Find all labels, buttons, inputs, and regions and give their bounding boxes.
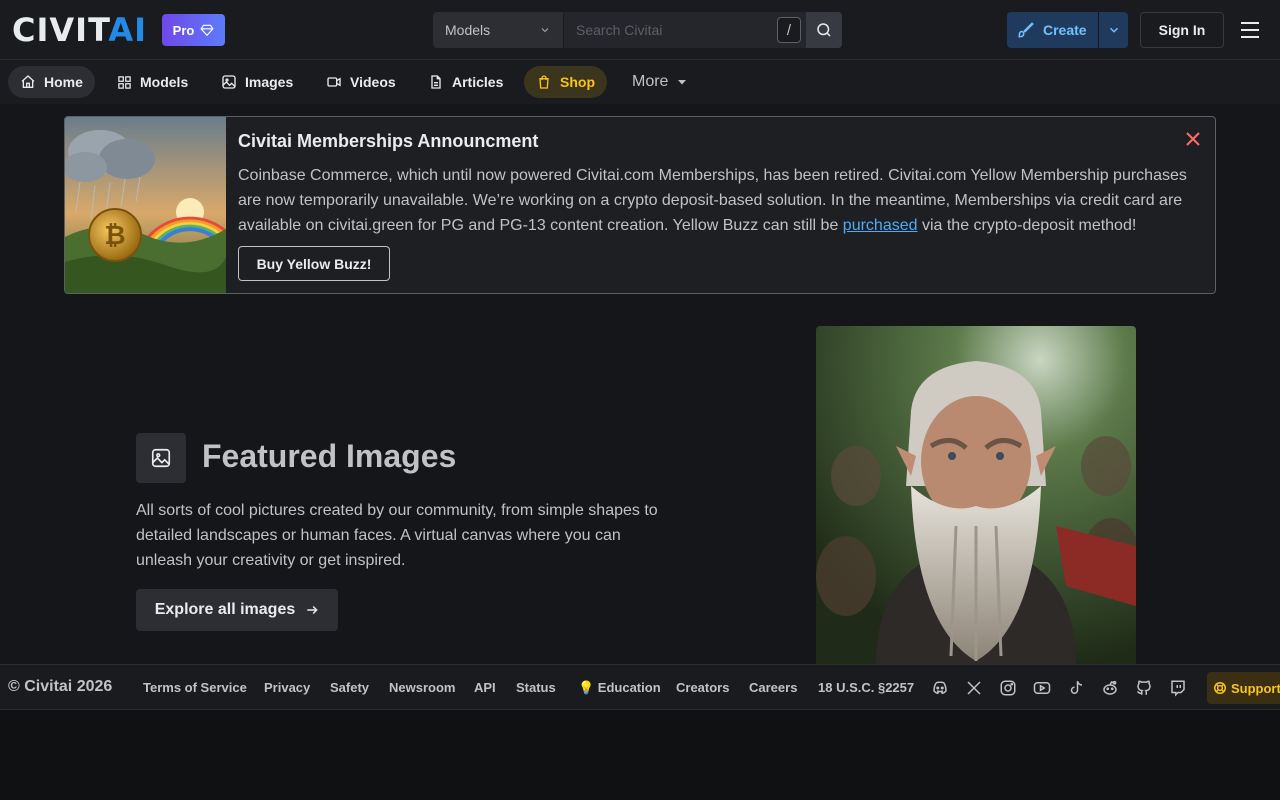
chevron-down-icon bbox=[1109, 27, 1118, 33]
search-icon bbox=[817, 23, 831, 37]
search-type-value: Models bbox=[445, 22, 491, 38]
search-type-select[interactable]: Models bbox=[433, 12, 564, 48]
nav-item-models[interactable]: Models bbox=[105, 66, 200, 98]
logo-text-main: CIVIT bbox=[12, 11, 109, 49]
featured-images-description: All sorts of cool pictures created by ou… bbox=[136, 502, 658, 569]
search-shortcut-key: / bbox=[777, 17, 801, 43]
footer-link-safety[interactable]: Safety bbox=[330, 680, 369, 695]
photo-icon bbox=[151, 448, 171, 468]
civitai-logo[interactable]: CIVITAI bbox=[12, 14, 147, 46]
footer-link-education[interactable]: 💡 Education bbox=[578, 680, 661, 696]
tiktok-icon[interactable] bbox=[1067, 679, 1085, 697]
sign-in-button[interactable]: Sign In bbox=[1140, 12, 1224, 48]
search-input[interactable] bbox=[564, 12, 806, 48]
announcement-banner: ₿ Civitai Memberships Announcment Coinba… bbox=[64, 116, 1216, 294]
nav-label: Videos bbox=[350, 74, 396, 90]
arrow-right-icon bbox=[307, 605, 318, 615]
header: CIVITAI Pro Models / Create Sign In bbox=[0, 0, 1280, 60]
youtube-icon[interactable] bbox=[1033, 679, 1051, 697]
featured-images-title: Featured Images bbox=[202, 438, 457, 474]
announcement-text-end: via the crypto-deposit method! bbox=[917, 217, 1137, 234]
svg-text:₿: ₿ bbox=[104, 221, 125, 251]
announcement-title: Civitai Memberships Announcment bbox=[238, 131, 539, 151]
support-label: Support bbox=[1231, 680, 1280, 696]
copyright: © Civitai 2026 bbox=[8, 678, 113, 695]
instagram-icon[interactable] bbox=[999, 679, 1017, 697]
grid-icon bbox=[118, 75, 131, 89]
buy-yellow-buzz-button[interactable]: Buy Yellow Buzz! bbox=[238, 246, 390, 281]
main-nav: Home Models Images Videos Articles Shop … bbox=[0, 60, 1280, 104]
nav-item-home[interactable]: Home bbox=[8, 66, 95, 98]
logo-text-accent: AI bbox=[108, 11, 148, 49]
footer-link-privacy[interactable]: Privacy bbox=[264, 680, 310, 695]
nav-label: More bbox=[632, 73, 669, 90]
announcement-body: Coinbase Commerce, which until now power… bbox=[238, 163, 1208, 238]
x-icon[interactable] bbox=[965, 679, 983, 697]
brush-icon bbox=[1018, 22, 1034, 38]
create-dropdown-toggle[interactable] bbox=[1099, 23, 1128, 37]
twitch-icon[interactable] bbox=[1169, 679, 1187, 697]
close-icon[interactable] bbox=[1185, 131, 1201, 147]
footer-link-status[interactable]: Status bbox=[516, 680, 556, 695]
nav-label: Shop bbox=[560, 74, 595, 90]
lifebuoy-icon bbox=[1214, 682, 1226, 694]
purchased-link[interactable]: purchased bbox=[843, 217, 918, 234]
footer-link-api[interactable]: API bbox=[474, 680, 496, 695]
nav-label: Models bbox=[140, 74, 189, 90]
reddit-icon[interactable] bbox=[1101, 679, 1119, 697]
explore-all-images-button[interactable]: Explore all images bbox=[136, 589, 338, 631]
nav-item-shop[interactable]: Shop bbox=[524, 66, 607, 98]
video-icon bbox=[327, 77, 341, 87]
create-label: Create bbox=[1043, 22, 1087, 38]
discord-icon[interactable] bbox=[931, 679, 949, 697]
shopping-bag-icon bbox=[539, 75, 549, 89]
footer-link-terms[interactable]: Terms of Service bbox=[143, 680, 247, 695]
hamburger-menu-icon[interactable] bbox=[1240, 21, 1260, 39]
nav-item-articles[interactable]: Articles bbox=[416, 66, 515, 98]
nav-label: Articles bbox=[452, 74, 504, 90]
footer-link-creators[interactable]: Creators bbox=[676, 680, 729, 695]
footer-link-2257[interactable]: 18 U.S.C. §2257 bbox=[818, 680, 914, 695]
chevron-down-icon bbox=[541, 28, 549, 33]
search-button[interactable] bbox=[806, 12, 842, 48]
file-text-icon bbox=[431, 75, 441, 89]
support-button[interactable]: Support bbox=[1207, 672, 1280, 704]
featured-images-icon-box bbox=[136, 433, 186, 483]
home-icon bbox=[21, 75, 35, 88]
footer-link-careers[interactable]: Careers bbox=[749, 680, 797, 695]
create-button[interactable]: Create bbox=[1007, 12, 1128, 48]
announcement-illustration: ₿ bbox=[65, 117, 226, 293]
nav-item-videos[interactable]: Videos bbox=[314, 66, 408, 98]
pro-badge[interactable]: Pro bbox=[162, 14, 225, 46]
photo-icon bbox=[222, 75, 236, 89]
explore-label: Explore all images bbox=[154, 601, 296, 618]
nav-label: Home bbox=[44, 74, 83, 90]
nav-item-more[interactable]: More bbox=[620, 66, 700, 98]
page-bottom-empty bbox=[0, 710, 1280, 800]
diamond-icon bbox=[200, 24, 214, 37]
nav-label: Images bbox=[245, 74, 294, 90]
github-icon[interactable] bbox=[1135, 679, 1153, 697]
pro-label: Pro bbox=[172, 22, 195, 38]
featured-image-dwarf[interactable] bbox=[816, 326, 1136, 666]
footer: © Civitai 2026 Terms of Service Privacy … bbox=[0, 664, 1280, 710]
footer-link-newsroom[interactable]: Newsroom bbox=[389, 680, 455, 695]
caret-down-icon bbox=[678, 80, 687, 85]
nav-item-images[interactable]: Images bbox=[209, 66, 305, 98]
